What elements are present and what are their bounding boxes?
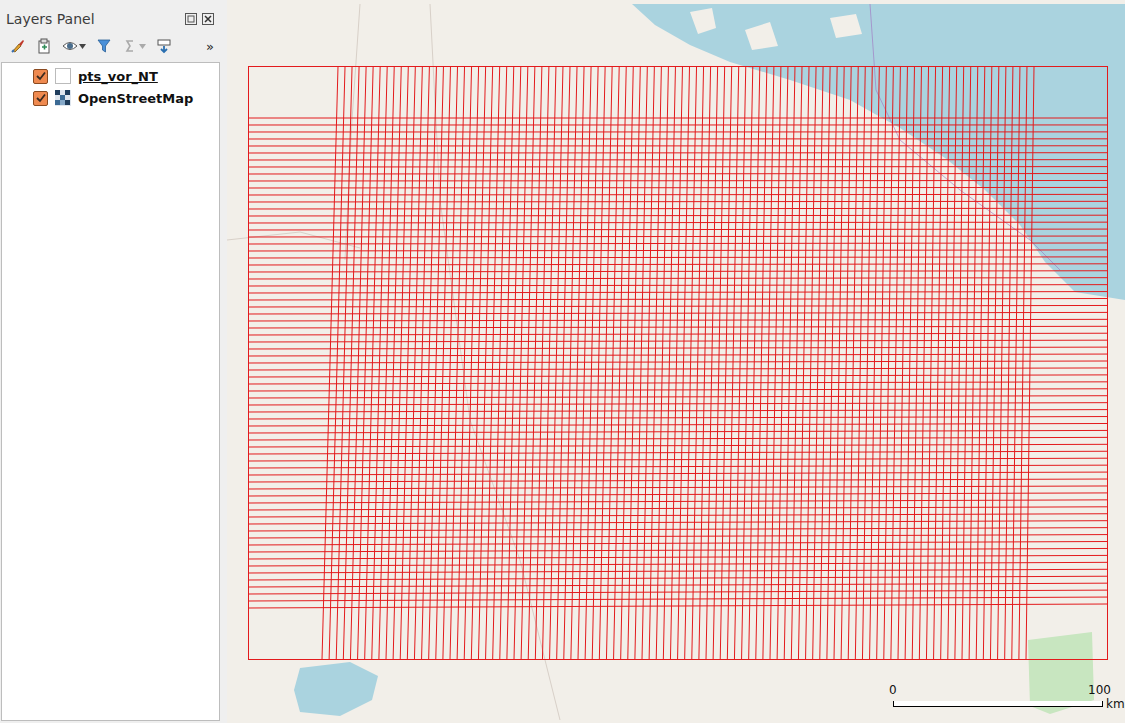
qgis-window: Layers Panel » pts_vor_NT OpenStreetMap 0 100… xyxy=(0,0,1125,723)
toolbar-button[interactable] xyxy=(36,38,52,54)
map-canvas[interactable]: 0 100km xyxy=(227,0,1125,723)
dropdown-arrow-icon xyxy=(79,44,86,49)
islands xyxy=(690,8,862,50)
layer-checkbox[interactable] xyxy=(33,91,48,106)
polygon-layer-icon xyxy=(55,68,71,84)
paintbrush-icon xyxy=(10,38,26,54)
toolbar-button[interactable] xyxy=(156,38,172,54)
raster-layer-icon xyxy=(55,90,71,106)
toolbar-button[interactable] xyxy=(96,38,112,54)
check-icon xyxy=(36,71,46,81)
panel-title: Layers Panel xyxy=(6,11,95,27)
toolbar-overflow[interactable]: » xyxy=(206,39,216,54)
lake xyxy=(294,662,378,716)
panel-splitter[interactable] xyxy=(220,0,227,723)
dock-title-bar: Layers Panel xyxy=(0,0,220,30)
layer-item[interactable]: OpenStreetMap xyxy=(2,87,219,109)
expression-filter-icon xyxy=(122,38,138,54)
toolbar-button[interactable] xyxy=(10,38,26,54)
voronoi-grid xyxy=(249,67,1108,660)
scale-track xyxy=(893,701,1103,707)
scale-unit: km xyxy=(1106,697,1125,711)
land xyxy=(227,0,1125,723)
toolbar-button xyxy=(122,38,146,54)
toolbar-button[interactable] xyxy=(62,38,86,54)
scale-tick-label: 0 xyxy=(889,683,897,697)
float-icon[interactable] xyxy=(185,13,197,25)
layer-checkbox[interactable] xyxy=(33,69,48,84)
check-icon xyxy=(36,93,46,103)
layer-name: OpenStreetMap xyxy=(78,91,193,106)
layer-item[interactable]: pts_vor_NT xyxy=(2,65,219,87)
scale-bar: 0 100km xyxy=(889,683,1125,711)
dropdown-arrow-icon xyxy=(139,44,146,49)
layers-toolbar: » xyxy=(0,30,220,62)
sea xyxy=(632,4,1125,300)
close-icon[interactable] xyxy=(202,13,214,25)
layers-panel: Layers Panel » pts_vor_NT OpenStreetMap xyxy=(0,0,220,723)
scale-tick-label: 100 xyxy=(1088,683,1111,697)
map-view xyxy=(227,0,1125,723)
expand-all-icon xyxy=(156,38,172,54)
layer-name: pts_vor_NT xyxy=(78,69,158,84)
eye-icon xyxy=(62,38,78,54)
layer-tree: pts_vor_NT OpenStreetMap xyxy=(1,62,220,721)
funnel-icon xyxy=(96,38,112,54)
add-group-icon xyxy=(36,38,52,54)
